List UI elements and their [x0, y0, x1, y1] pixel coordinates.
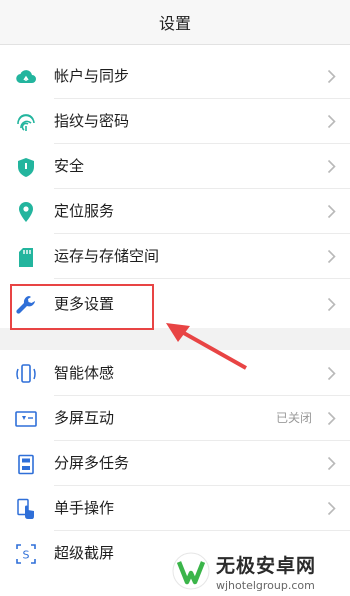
svg-text:S: S [23, 549, 30, 562]
watermark-logo-icon [172, 552, 210, 590]
menu-item-label: 定位服务 [54, 202, 115, 220]
chevron-right-icon [327, 456, 336, 471]
chevron-right-icon [327, 297, 336, 312]
menu-item-label: 更多设置 [54, 295, 115, 313]
page-title: 设置 [158, 14, 191, 33]
watermark: 无极安卓网 wjhotelgroup.com [172, 546, 350, 596]
chevron-right-icon [327, 411, 336, 426]
shield-icon [14, 155, 38, 179]
menu-item-label: 运存与存储空间 [54, 247, 160, 265]
phone-motion-icon [14, 362, 38, 386]
menu-item-label: 超级截屏 [54, 544, 115, 562]
location-pin-icon [14, 200, 38, 224]
divider [54, 278, 350, 279]
menu-item-one-hand[interactable]: 单手操作 [0, 486, 350, 531]
menu-item-label: 帐户与同步 [54, 67, 130, 85]
chevron-right-icon [327, 69, 336, 84]
menu-item-label: 多屏互动 [54, 409, 115, 427]
menu-item-label: 分屏多任务 [54, 454, 130, 472]
menu-item-account-sync[interactable]: 帐户与同步 [0, 54, 350, 99]
screen-cast-icon [14, 407, 38, 431]
split-screen-icon [14, 452, 38, 476]
annotation-arrow-icon [166, 323, 247, 370]
menu-item-location[interactable]: 定位服务 [0, 189, 350, 234]
fingerprint-icon [14, 110, 38, 134]
chevron-right-icon [327, 501, 336, 516]
chevron-right-icon [327, 114, 336, 129]
one-hand-icon [14, 497, 38, 521]
menu-item-split-screen[interactable]: 分屏多任务 [0, 441, 350, 486]
cloud-sync-icon [14, 65, 38, 89]
chevron-right-icon [327, 204, 336, 219]
wrench-icon [14, 293, 38, 317]
menu-item-multi-screen[interactable]: 多屏互动 已关闭 [0, 396, 350, 441]
screenshot-icon: S [14, 542, 38, 566]
menu-item-memory-storage[interactable]: 运存与存储空间 [0, 234, 350, 279]
menu-item-label: 指纹与密码 [54, 112, 130, 130]
watermark-brand: 无极安卓网 [216, 554, 317, 577]
chevron-right-icon [327, 159, 336, 174]
status-value: 已关闭 [275, 411, 312, 425]
chevron-right-icon [327, 366, 336, 381]
top-bar: 设置 [0, 0, 350, 45]
sd-card-icon [14, 245, 38, 269]
menu-item-fingerprint-password[interactable]: 指纹与密码 [0, 99, 350, 144]
menu-item-label: 安全 [54, 157, 85, 175]
menu-item-label: 智能体感 [54, 364, 115, 382]
menu-item-label: 单手操作 [54, 499, 115, 517]
chevron-right-icon [327, 249, 336, 264]
watermark-url: wjhotelgroup.com [216, 578, 315, 592]
menu-item-security[interactable]: 安全 [0, 144, 350, 189]
